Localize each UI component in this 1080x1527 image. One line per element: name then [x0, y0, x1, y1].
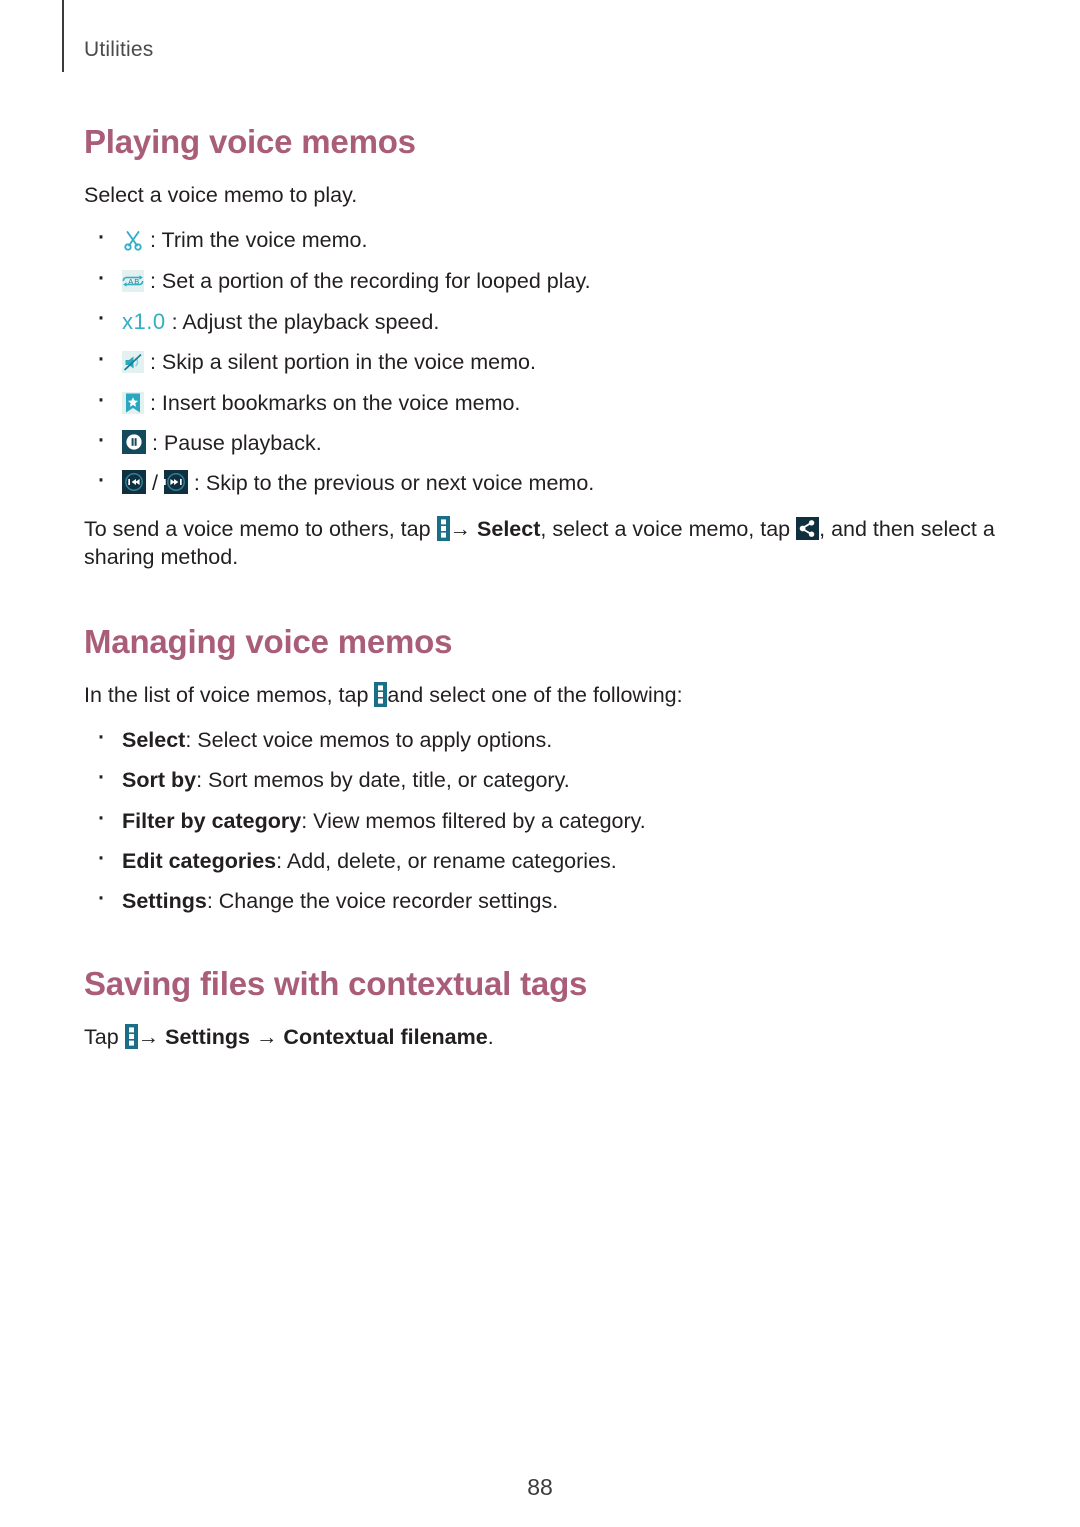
option-term: Filter by category — [122, 808, 302, 833]
menu-key-icon — [436, 515, 450, 541]
separator: : — [144, 390, 162, 415]
scissors-icon — [122, 229, 144, 251]
skip-next-icon — [163, 470, 188, 495]
separator: : — [165, 309, 183, 334]
contextual-filename-label: Contextual filename — [283, 1025, 488, 1050]
pause-icon — [122, 430, 146, 455]
page-title-saving-files-with-contextual-tags: Saving files with contextual tags — [84, 964, 588, 1002]
list-item-label: Pause playback. — [163, 431, 322, 456]
skip-silence-icon — [122, 351, 144, 374]
playback-speed-label: x1.0 — [122, 308, 166, 334]
svg-text:A: A — [128, 277, 133, 286]
svg-text:B: B — [134, 277, 139, 286]
separator: : — [144, 228, 162, 253]
option-description: : Add, delete, or rename categories. — [276, 849, 617, 874]
list-item: : Skip a silent portion in the voice mem… — [84, 343, 996, 376]
arrow-glyph: → — [255, 1025, 278, 1050]
option-description: : Change the voice recorder settings. — [206, 889, 559, 914]
skip-previous-icon — [122, 470, 146, 495]
separator: : — [146, 431, 164, 456]
menu-key-icon — [124, 1024, 138, 1050]
select-menu-label: Select — [477, 516, 541, 541]
page-title-playing-voice-memos: Playing voice memos — [84, 123, 416, 160]
managing-intro-part-1: In the list of voice memos, tap — [84, 683, 375, 708]
list-item: Sort by: Sort memos by date, title, or c… — [84, 761, 996, 794]
separator: : — [187, 471, 206, 496]
bookmark-icon — [122, 391, 144, 414]
playing-options-list: : Trim the voice memo. A B : Set a porti… — [84, 221, 996, 498]
paragraph-part-2: , select a voice memo, tap — [540, 516, 797, 541]
list-item-label: Trim the voice memo. — [161, 228, 368, 253]
icon-separator: / — [151, 471, 158, 496]
header-rule — [62, 0, 64, 72]
send-voice-memo-paragraph: To send a voice memo to others, tap → Se… — [84, 515, 996, 572]
managing-intro-text: In the list of voice memos, tap and sele… — [84, 682, 996, 710]
instruction-part-1: Tap — [84, 1025, 125, 1050]
share-icon — [796, 516, 820, 540]
menu-key-icon — [374, 682, 388, 708]
list-item: : Insert bookmarks on the voice memo. — [84, 384, 996, 417]
separator: : — [144, 350, 162, 375]
separator: : — [144, 268, 162, 293]
option-description: : Sort memos by date, title, or category… — [196, 768, 570, 793]
option-term: Edit categories — [122, 849, 277, 874]
list-item: / : Skip to the previous or next voice m… — [84, 464, 996, 497]
list-item-label: Skip to the previous or next voice memo. — [205, 471, 595, 496]
list-item: Edit categories: Add, delete, or rename … — [84, 842, 996, 875]
list-item: : Pause playback. — [84, 424, 996, 457]
option-description: : Select voice memos to apply options. — [185, 727, 553, 752]
arrow-glyph: → — [449, 516, 472, 541]
instruction-period: . — [487, 1025, 494, 1050]
settings-menu-label: Settings — [165, 1025, 250, 1050]
list-item-label: Insert bookmarks on the voice memo. — [161, 390, 521, 415]
list-item: : Trim the voice memo. — [84, 221, 996, 254]
list-item: Select: Select voice memos to apply opti… — [84, 721, 996, 754]
page-content: Playing voice memos Select a voice memo … — [84, 0, 996, 1052]
list-item: x1.0 : Adjust the playback speed. — [84, 302, 996, 336]
list-item: A B : Set a portion of the recording for… — [84, 262, 996, 295]
page-title-managing-voice-memos: Managing voice memos — [84, 622, 453, 660]
playing-intro-text: Select a voice memo to play. — [84, 183, 358, 208]
list-item: Filter by category: View memos filtered … — [84, 802, 996, 835]
managing-options-list: Select: Select voice memos to apply opti… — [84, 721, 996, 916]
option-term: Sort by — [122, 768, 197, 793]
contextual-tags-instruction: Tap → Settings → Contextual filename. — [84, 1024, 996, 1052]
ab-repeat-icon: A B — [122, 269, 144, 292]
list-item-label: Set a portion of the recording for loope… — [161, 268, 591, 293]
list-item-label: Adjust the playback speed. — [182, 309, 440, 334]
page-number: 88 — [527, 1474, 553, 1500]
option-description: : View memos filtered by a category. — [301, 808, 646, 833]
arrow-glyph: → — [137, 1025, 160, 1050]
option-term: Settings — [122, 889, 207, 914]
list-item-label: Skip a silent portion in the voice memo. — [161, 350, 536, 375]
paragraph-part-1: To send a voice memo to others, tap — [84, 516, 437, 541]
managing-intro-part-2: and select one of the following: — [387, 683, 683, 708]
list-item: Settings: Change the voice recorder sett… — [84, 882, 996, 915]
option-term: Select — [122, 727, 186, 752]
